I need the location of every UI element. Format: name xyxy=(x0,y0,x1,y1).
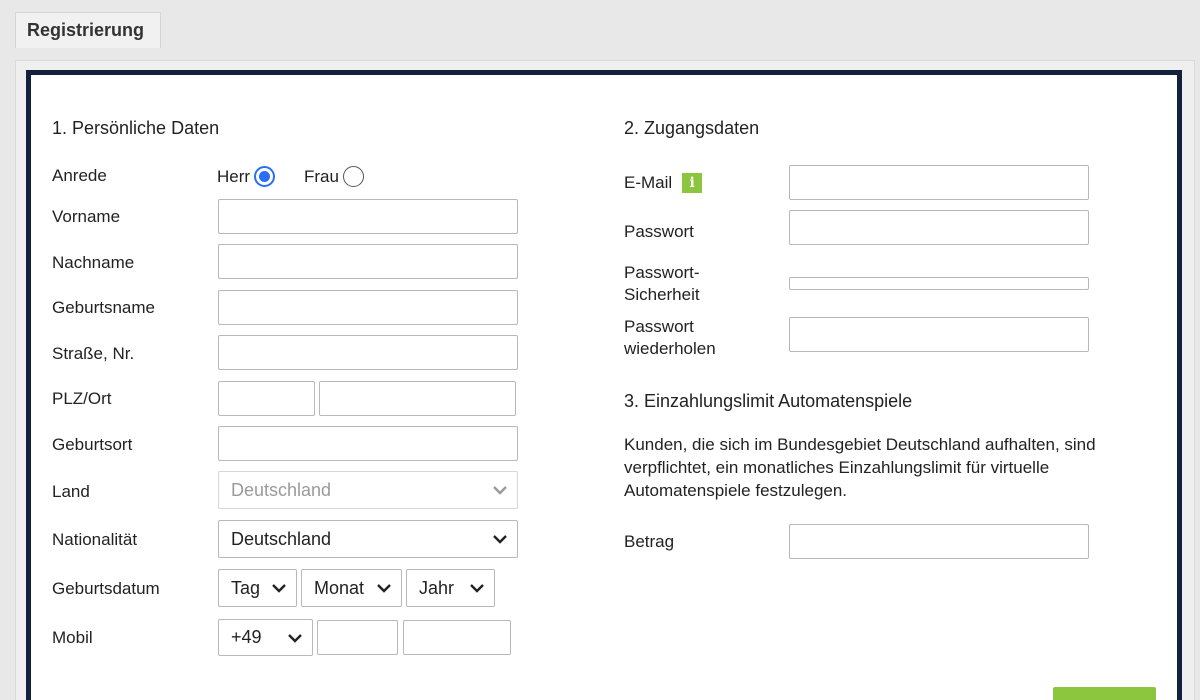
section-heading-limit: 3. Einzahlungslimit Automatenspiele xyxy=(624,391,913,411)
passwort-input[interactable] xyxy=(789,210,1089,245)
sicherheit-line-2: Sicherheit xyxy=(624,285,700,304)
info-icon[interactable]: i xyxy=(682,173,703,193)
submit-button[interactable] xyxy=(1053,687,1156,700)
chevron-down-icon xyxy=(469,583,485,593)
passwort-sicherheit-label: Passwort- Sicherheit xyxy=(624,262,700,306)
jahr-value: Jahr xyxy=(419,577,455,598)
herr-radio[interactable] xyxy=(254,166,276,187)
chevron-down-icon xyxy=(287,633,303,643)
geburtsort-label: Geburtsort xyxy=(52,435,133,454)
vorname-input[interactable] xyxy=(218,199,518,234)
monat-select[interactable]: Monat xyxy=(301,569,402,607)
sicherheit-line-1: Passwort- xyxy=(624,263,700,282)
nationalitaet-label: Nationalität xyxy=(52,530,138,549)
chevron-down-icon xyxy=(271,583,287,593)
email-label-group: E-Mail i xyxy=(624,172,703,194)
geburtsort-input[interactable] xyxy=(218,426,518,461)
chevron-down-icon xyxy=(492,485,508,495)
vorwahl-value: +49 xyxy=(231,627,262,647)
herr-label: Herr xyxy=(217,166,251,186)
geburtsname-input[interactable] xyxy=(218,290,518,325)
vorname-label: Vorname xyxy=(52,207,121,226)
ort-input[interactable] xyxy=(319,381,516,416)
land-select: Deutschland xyxy=(218,471,518,509)
email-input[interactable] xyxy=(789,165,1089,200)
vorwahl-select[interactable]: +49 xyxy=(218,619,313,656)
plz-input[interactable] xyxy=(218,381,315,416)
tag-value: Tag xyxy=(231,577,261,598)
passwort-label: Passwort xyxy=(624,222,694,241)
wiederholen-line-2: wiederholen xyxy=(624,339,716,358)
limit-description: Kunden, die sich im Bundesgebiet Deutsch… xyxy=(624,433,1144,502)
betrag-label: Betrag xyxy=(624,532,675,551)
limit-text-line-3: Automatenspiele festzulegen. xyxy=(624,481,848,500)
wiederholen-line-1: Passwort xyxy=(624,317,694,336)
jahr-select[interactable]: Jahr xyxy=(406,569,495,607)
geburtsname-label: Geburtsname xyxy=(52,298,155,317)
email-label: E-Mail xyxy=(624,173,673,192)
strasse-label: Straße, Nr. xyxy=(52,344,135,363)
betrag-input[interactable] xyxy=(789,524,1089,559)
mobil-label: Mobil xyxy=(52,628,93,647)
anrede-label: Anrede xyxy=(52,166,107,185)
strasse-input[interactable] xyxy=(218,335,518,370)
chevron-down-icon xyxy=(492,534,508,544)
anrede-herr-option[interactable]: Herr xyxy=(217,166,276,187)
plz-ort-label: PLZ/Ort xyxy=(52,389,112,408)
chevron-down-icon xyxy=(376,583,392,593)
mobil-number-input[interactable] xyxy=(403,620,511,655)
passwort-wiederholen-label: Passwort wiederholen xyxy=(624,316,716,360)
passwort-wiederholen-input[interactable] xyxy=(789,317,1089,352)
section-heading-access: 2. Zugangsdaten xyxy=(624,118,760,138)
frau-radio[interactable] xyxy=(342,166,364,187)
tab-registrierung[interactable]: Registrierung xyxy=(15,12,161,48)
geburtsdatum-label: Geburtsdatum xyxy=(52,579,160,598)
nachname-input[interactable] xyxy=(218,244,518,279)
password-strength-bar xyxy=(789,277,1089,290)
nachname-label: Nachname xyxy=(52,253,135,272)
tag-select[interactable]: Tag xyxy=(218,569,297,607)
land-label: Land xyxy=(52,482,90,501)
limit-text-line-1: Kunden, die sich im Bundesgebiet Deutsch… xyxy=(624,435,1096,454)
anrede-frau-option[interactable]: Frau xyxy=(304,166,364,187)
tab-label: Registrierung xyxy=(27,20,145,40)
frau-label: Frau xyxy=(304,166,339,186)
nationalitaet-value: Deutschland xyxy=(231,528,332,549)
limit-text-line-2: verpflichtet, ein monatliches Einzahlung… xyxy=(624,458,1050,477)
mobil-area-input[interactable] xyxy=(317,620,398,655)
land-value: Deutschland xyxy=(231,479,332,500)
section-heading-personal: 1. Persönliche Daten xyxy=(52,118,220,138)
nationalitaet-select[interactable]: Deutschland xyxy=(218,520,518,558)
monat-value: Monat xyxy=(314,577,365,598)
